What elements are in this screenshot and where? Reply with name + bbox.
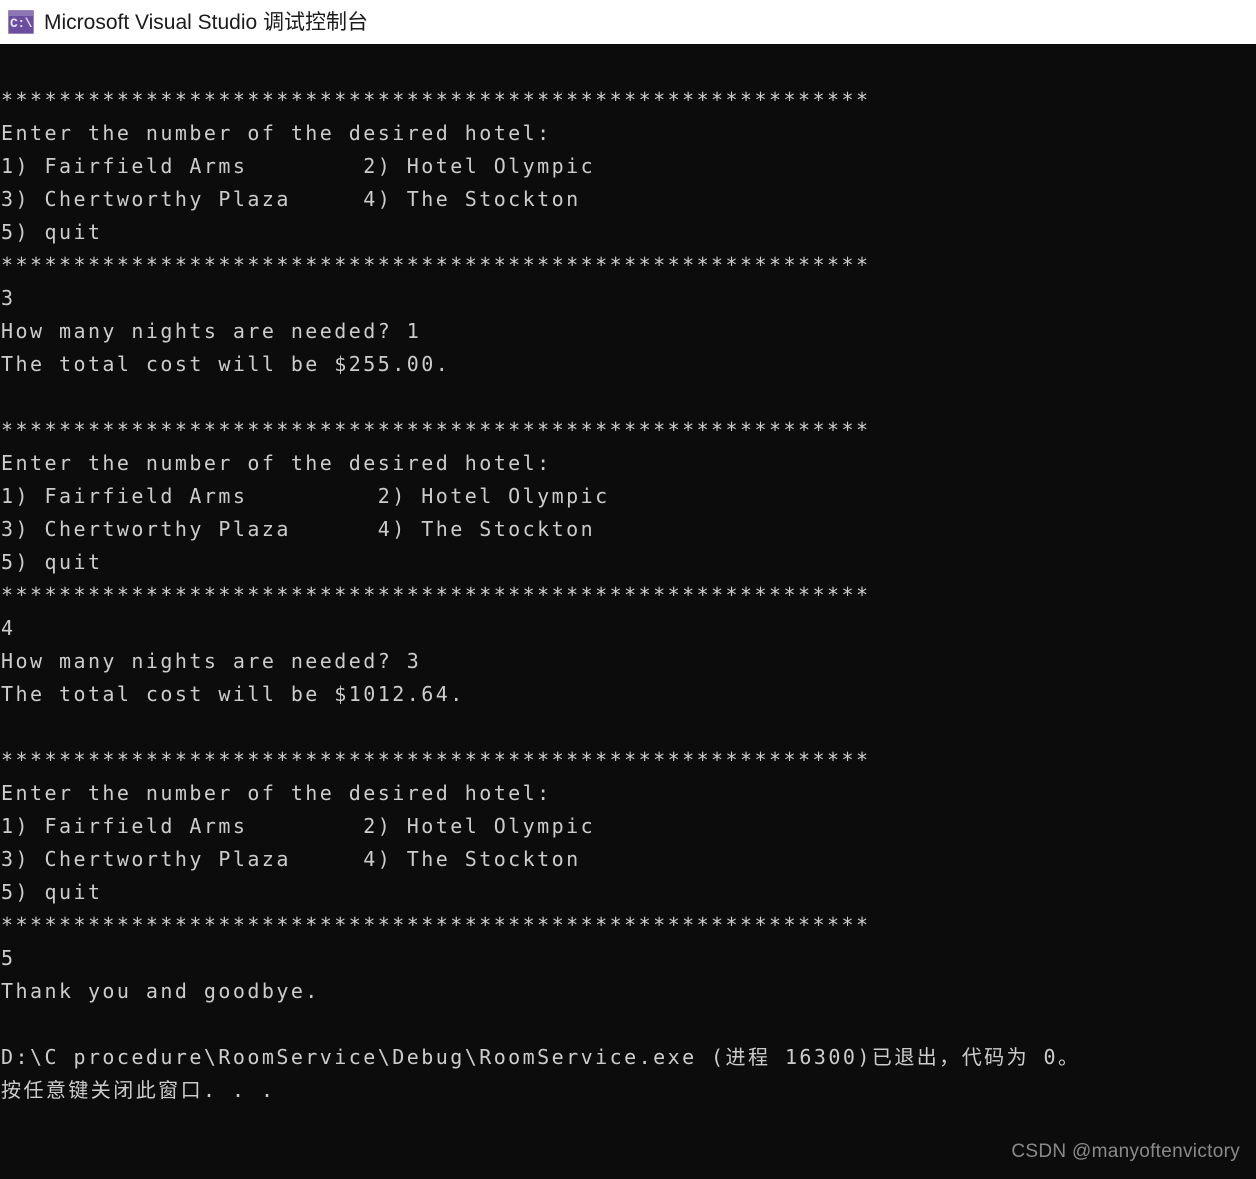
console-line: Enter the number of the desired hotel:: [1, 451, 552, 475]
console-icon-titlebar-stripe: [9, 11, 33, 16]
console-line: ****************************************…: [1, 253, 871, 277]
console-line: ****************************************…: [1, 88, 871, 112]
console-output-area[interactable]: ****************************************…: [0, 44, 1256, 1179]
console-line: How many nights are needed? 3: [1, 649, 422, 673]
console-line: ****************************************…: [1, 913, 871, 937]
console-line: The total cost will be $1012.64.: [1, 682, 465, 706]
console-line: Enter the number of the desired hotel:: [1, 781, 552, 805]
console-line: 按任意键关闭此窗口. . .: [1, 1078, 276, 1102]
console-line: 5) quit: [1, 220, 103, 244]
console-line: How many nights are needed? 1: [1, 319, 422, 343]
console-line: 1) Fairfield Arms 2) Hotel Olympic: [1, 154, 596, 178]
console-line: ****************************************…: [1, 583, 871, 607]
console-line: 5: [1, 946, 16, 970]
console-line: 4: [1, 616, 16, 640]
console-line: 3: [1, 286, 16, 310]
console-line: 1) Fairfield Arms 2) Hotel Olympic: [1, 484, 610, 508]
console-line: Enter the number of the desired hotel:: [1, 121, 552, 145]
console-line: ****************************************…: [1, 748, 871, 772]
console-icon-glyph: C:\: [10, 16, 32, 31]
csdn-watermark: CSDN @manyoftenvictory: [1011, 1141, 1240, 1162]
console-line: 3) Chertworthy Plaza 4) The Stockton: [1, 187, 581, 211]
console-line: 3) Chertworthy Plaza 4) The Stockton: [1, 847, 581, 871]
console-line: The total cost will be $255.00.: [1, 352, 451, 376]
console-line: 5) quit: [1, 880, 103, 904]
console-line: D:\C procedure\RoomService\Debug\RoomSer…: [1, 1045, 1081, 1069]
console-line: 5) quit: [1, 550, 103, 574]
console-text-buffer: ****************************************…: [0, 84, 1256, 1107]
window-titlebar: C:\ Microsoft Visual Studio 调试控制台: [0, 0, 1256, 44]
console-line: Thank you and goodbye.: [1, 979, 320, 1003]
window-title: Microsoft Visual Studio 调试控制台: [44, 10, 369, 34]
console-cmd-icon: C:\: [8, 10, 34, 34]
console-line: 1) Fairfield Arms 2) Hotel Olympic: [1, 814, 596, 838]
console-line: ****************************************…: [1, 418, 871, 442]
console-line: 3) Chertworthy Plaza 4) The Stockton: [1, 517, 596, 541]
